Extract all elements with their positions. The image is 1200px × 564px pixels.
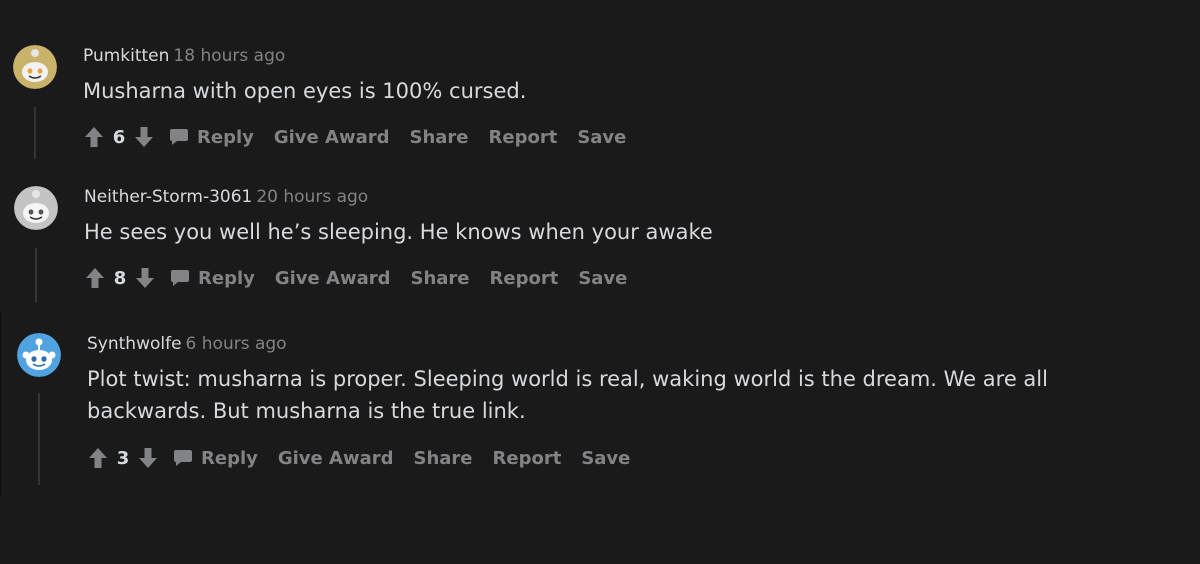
- save-button[interactable]: Save: [581, 448, 630, 469]
- report-button[interactable]: Report: [490, 268, 559, 289]
- arrow-up-icon: [89, 448, 107, 468]
- comment-body: Plot twist: musharna is proper. Sleeping…: [87, 363, 1167, 427]
- comment-thread: Pumkitten 18 hours ago Musharna with open…: [0, 0, 1200, 564]
- share-button[interactable]: Share: [413, 448, 472, 469]
- give-award-button[interactable]: Give Award: [274, 127, 390, 148]
- user-avatar[interactable]: [13, 45, 57, 89]
- arrow-up-icon: [86, 268, 104, 288]
- comment-line: backwards. But musharna is the true link…: [87, 399, 526, 423]
- author-name[interactable]: Pumkitten: [83, 46, 169, 66]
- thread-collapse-line[interactable]: [34, 107, 36, 159]
- snoo-avatar-yellow-icon: [13, 45, 57, 89]
- comment-meta: Synthwolfe 6 hours ago: [87, 333, 287, 355]
- user-avatar[interactable]: [17, 333, 61, 377]
- divider: [0, 312, 1, 496]
- chat-bubble-icon: [170, 129, 188, 145]
- vote-score: 8: [113, 267, 127, 289]
- comment-line: Musharna with open eyes is 100% cursed.: [83, 79, 527, 103]
- thread-collapse-line[interactable]: [35, 248, 37, 302]
- comment-actions: 8 Reply Give Award Share Report Save: [84, 264, 627, 292]
- report-button[interactable]: Report: [493, 448, 562, 469]
- share-button[interactable]: Share: [409, 127, 468, 148]
- author-name[interactable]: Neither-Storm-3061: [84, 187, 252, 207]
- upvote-button[interactable]: [84, 267, 106, 289]
- share-button[interactable]: Share: [410, 268, 469, 289]
- save-button[interactable]: Save: [577, 127, 626, 148]
- thread-collapse-line[interactable]: [38, 393, 40, 485]
- comment-actions: 6 Reply Give Award Share Report Save: [83, 123, 626, 151]
- comment-line: He sees you well he’s sleeping. He knows…: [84, 220, 713, 244]
- chat-bubble-icon: [174, 450, 192, 466]
- comment-meta: Pumkitten 18 hours ago: [83, 45, 285, 67]
- arrow-down-icon: [135, 127, 153, 147]
- arrow-down-icon: [136, 268, 154, 288]
- comment-body: He sees you well he’s sleeping. He knows…: [84, 216, 1164, 248]
- downvote-button[interactable]: [133, 126, 155, 148]
- upvote-button[interactable]: [87, 447, 109, 469]
- comment-line: Plot twist: musharna is proper. Sleeping…: [87, 367, 1048, 391]
- reply-button[interactable]: Reply: [170, 268, 255, 289]
- reply-label: Reply: [201, 447, 258, 469]
- reply-label: Reply: [197, 126, 254, 148]
- report-button[interactable]: Report: [489, 127, 558, 148]
- give-award-button[interactable]: Give Award: [275, 268, 391, 289]
- vote-score: 6: [112, 126, 126, 148]
- timestamp[interactable]: 6 hours ago: [186, 334, 287, 354]
- give-award-button[interactable]: Give Award: [278, 448, 394, 469]
- comment-body: Musharna with open eyes is 100% cursed.: [83, 75, 1163, 107]
- reply-label: Reply: [198, 267, 255, 289]
- reply-button[interactable]: Reply: [173, 448, 258, 469]
- chat-bubble-icon: [171, 270, 189, 286]
- save-button[interactable]: Save: [578, 268, 627, 289]
- snoo-avatar-gray-icon: [14, 186, 58, 230]
- upvote-button[interactable]: [83, 126, 105, 148]
- vote-score: 3: [116, 447, 130, 469]
- comment-actions: 3 Reply Give Award Share Report Save: [87, 444, 630, 472]
- timestamp[interactable]: 20 hours ago: [256, 187, 368, 207]
- arrow-up-icon: [85, 127, 103, 147]
- reply-button[interactable]: Reply: [169, 127, 254, 148]
- timestamp[interactable]: 18 hours ago: [173, 46, 285, 66]
- comment-meta: Neither-Storm-3061 20 hours ago: [84, 186, 368, 208]
- downvote-button[interactable]: [137, 447, 159, 469]
- arrow-down-icon: [139, 448, 157, 468]
- author-name[interactable]: Synthwolfe: [87, 334, 182, 354]
- downvote-button[interactable]: [134, 267, 156, 289]
- snoo-avatar-blue-icon: [17, 333, 61, 377]
- user-avatar[interactable]: [14, 186, 58, 230]
